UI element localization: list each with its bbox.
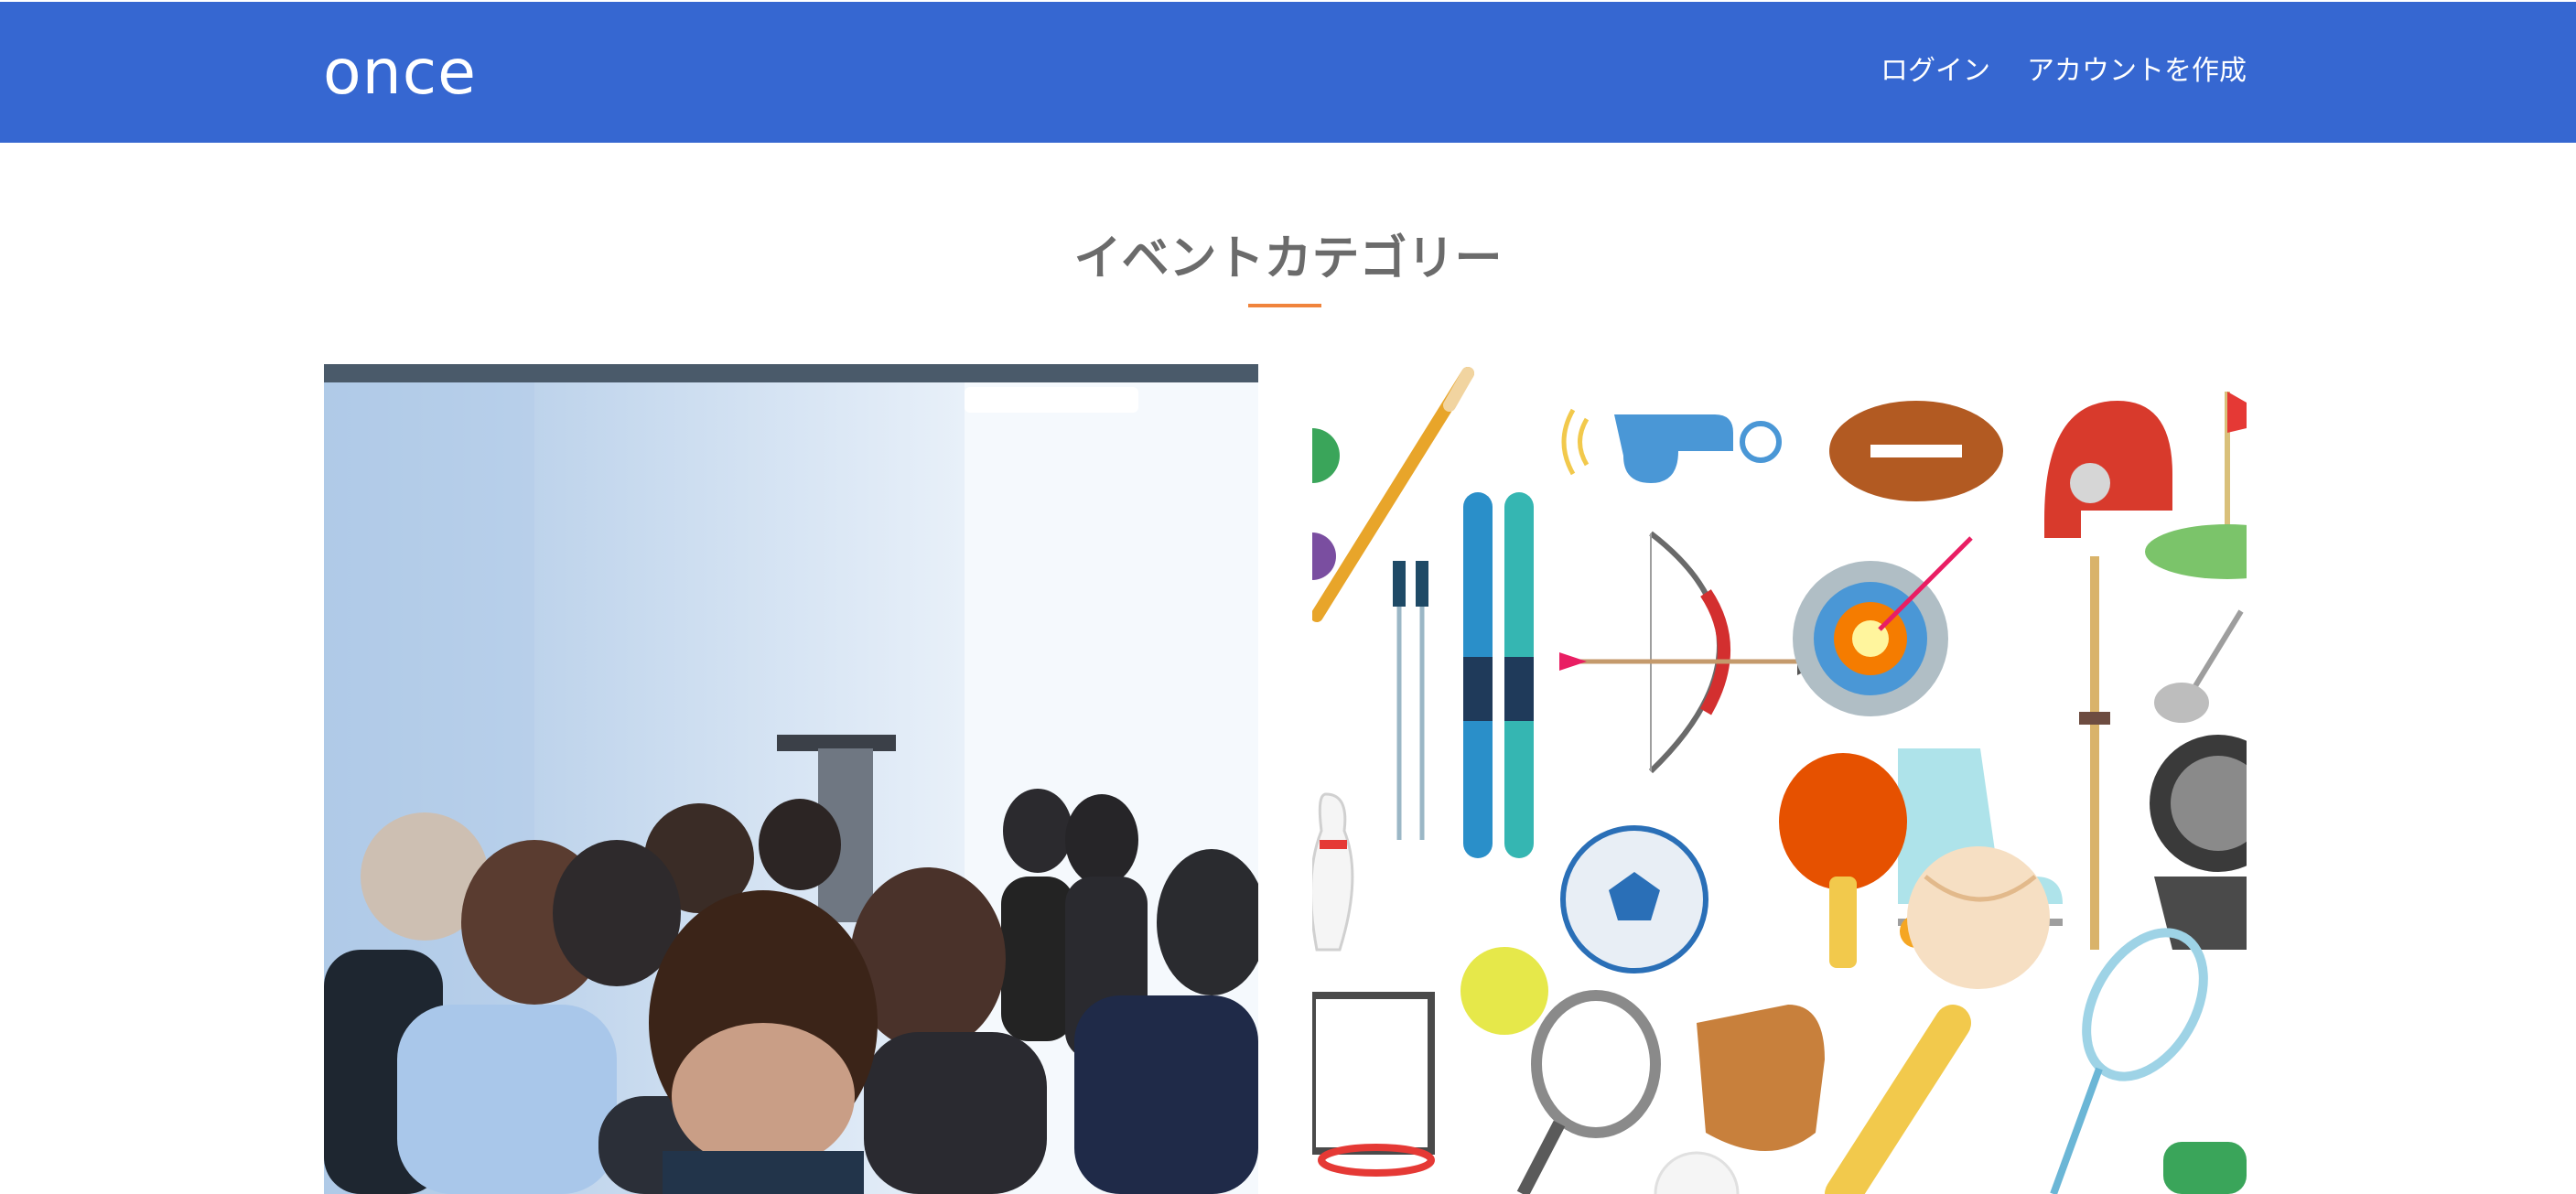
category-card-seminar[interactable] — [324, 364, 1258, 1194]
create-account-link[interactable]: アカウントを作成 — [2027, 53, 2247, 90]
seminar-photo — [324, 364, 1258, 1194]
login-link[interactable]: ログイン — [1881, 53, 1990, 90]
top-navbar: once ログイン アカウントを作成 — [0, 2, 2576, 143]
sports-illustration — [1312, 364, 2247, 1194]
nav-links: ログイン アカウントを作成 — [1881, 53, 2247, 90]
category-card-sports[interactable] — [1312, 364, 2247, 1194]
title-underline — [1248, 304, 1321, 307]
section-title: イベントカテゴリー — [1073, 231, 1503, 286]
brand-logo[interactable]: once — [323, 32, 477, 114]
